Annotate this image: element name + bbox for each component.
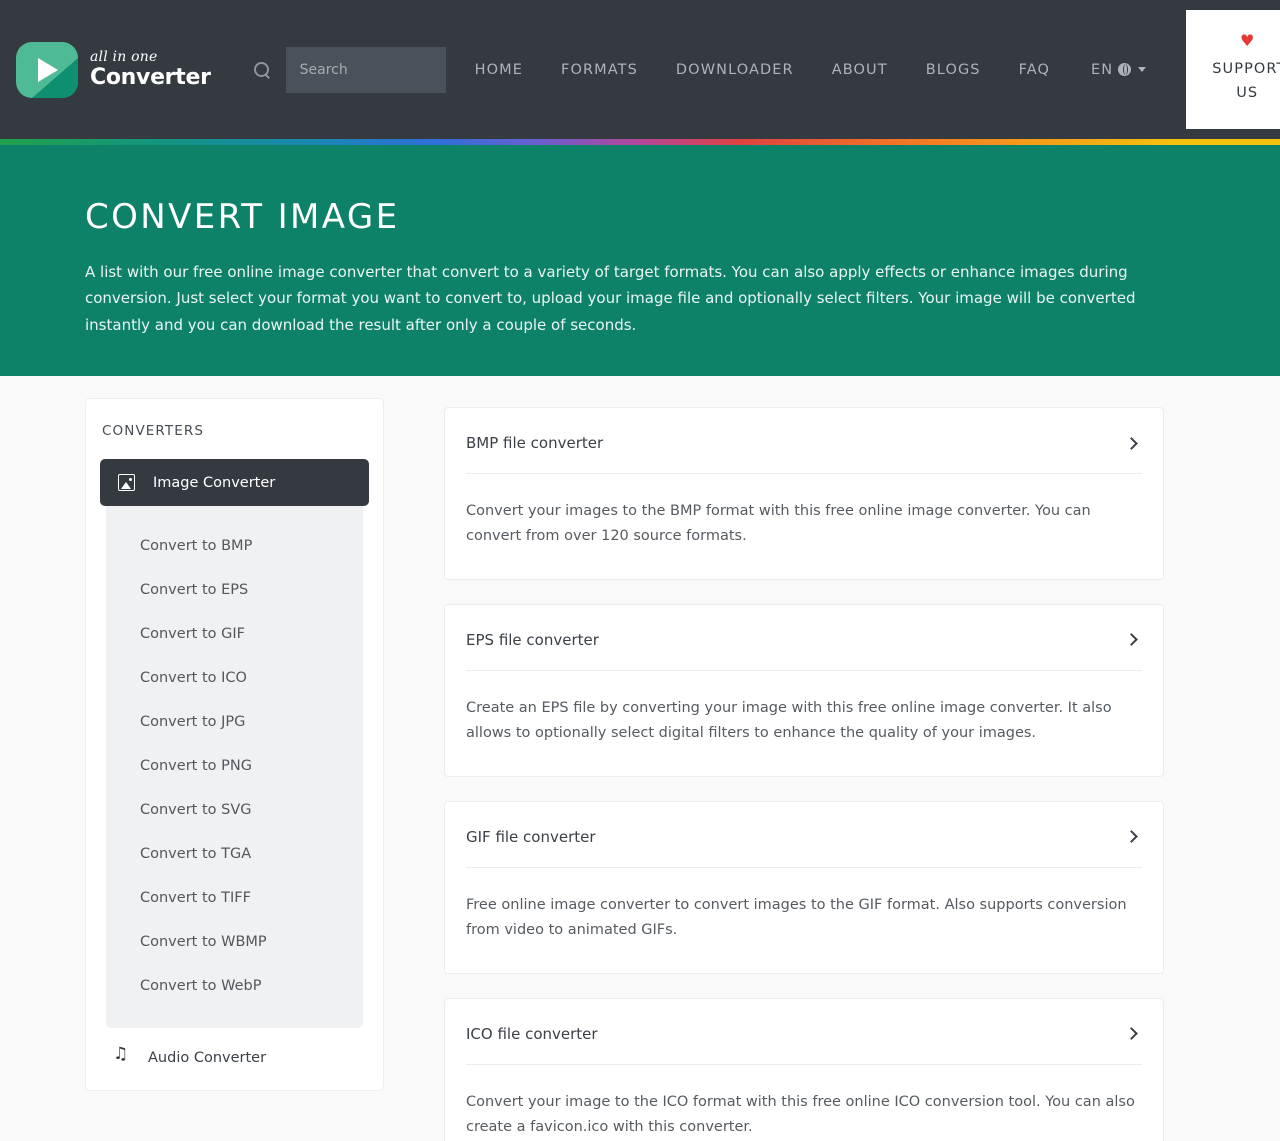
card-description: Free online image converter to convert i…: [466, 896, 1127, 938]
hero-section: CONVERT IMAGE A list with our free onlin…: [0, 145, 1280, 376]
converter-card-list: BMP file converter Convert your images t…: [444, 398, 1280, 1141]
sidebar-item-audio-converter[interactable]: Audio Converter: [100, 1028, 369, 1090]
sidebar-subitem-webp[interactable]: Convert to WebP: [106, 964, 363, 1008]
nav-item-about[interactable]: ABOUT: [813, 52, 907, 88]
nav-item-home[interactable]: HOME: [456, 52, 542, 88]
brand-logo[interactable]: all in one Converter: [16, 41, 211, 98]
converter-card-bmp[interactable]: BMP file converter Convert your images t…: [444, 407, 1164, 580]
sidebar-subitem-gif[interactable]: Convert to GIF: [106, 612, 363, 656]
sidebar-item-label: Audio Converter: [148, 1050, 267, 1066]
sidebar-subitem-eps[interactable]: Convert to EPS: [106, 568, 363, 612]
card-header: BMP file converter: [466, 408, 1142, 474]
image-converter-sublist: Convert to BMP Convert to EPS Convert to…: [106, 506, 363, 1028]
globe-icon: [1118, 63, 1132, 76]
card-title: BMP file converter: [466, 434, 604, 452]
search-icon[interactable]: [253, 61, 271, 79]
nav-item-formats[interactable]: FORMATS: [542, 52, 657, 88]
converter-card-gif[interactable]: GIF file converter Free online image con…: [444, 800, 1164, 974]
heart-icon: ♥: [1240, 30, 1255, 50]
converter-play-logo-icon: [16, 41, 78, 98]
support-us-label: SUPPORT US: [1212, 60, 1280, 101]
chevron-right-icon: [1125, 1027, 1138, 1040]
sidebar-subitem-jpg[interactable]: Convert to JPG: [106, 700, 363, 744]
converter-card-ico[interactable]: ICO file converter Convert your image to…: [444, 997, 1164, 1141]
sidebar-subitem-ico[interactable]: Convert to ICO: [106, 656, 363, 700]
chevron-down-icon: [1138, 67, 1147, 72]
list-item: Convert to TGA: [106, 832, 363, 876]
play-triangle-icon: [38, 57, 58, 82]
card-header: EPS file converter: [466, 605, 1142, 671]
sidebar-subitem-png[interactable]: Convert to PNG: [106, 744, 363, 788]
sidebar-item-image-converter[interactable]: Image Converter: [100, 459, 369, 506]
card-description: Convert your images to the BMP format wi…: [466, 503, 1091, 544]
header-inner: all in one Converter HOME FORMATS DOWNLO…: [0, 0, 1280, 139]
page-description: A list with our free online image conver…: [85, 263, 1136, 334]
list-item: Convert to BMP: [106, 524, 363, 568]
sidebar-subitem-svg[interactable]: Convert to SVG: [106, 788, 363, 832]
page-title: CONVERT IMAGE: [85, 197, 400, 237]
sidebar-subitem-tga[interactable]: Convert to TGA: [106, 832, 363, 876]
language-label: EN: [1091, 61, 1114, 78]
main-navigation: HOME FORMATS DOWNLOADER ABOUT BLOGS FAQ …: [456, 52, 1163, 88]
content-area: CONVERTERS Image Converter Convert to BM…: [0, 376, 1280, 1141]
sidebar-item-label: Image Converter: [153, 474, 276, 491]
chevron-right-icon: [1125, 830, 1138, 844]
nav-item-blogs[interactable]: BLOGS: [907, 52, 1000, 88]
card-header: ICO file converter: [466, 999, 1142, 1065]
brand-text: all in one Converter: [90, 50, 211, 89]
list-item: Convert to SVG: [106, 788, 363, 832]
hero-inner: CONVERT IMAGE A list with our free onlin…: [0, 197, 1280, 338]
search-zone: [253, 46, 446, 93]
brand-name: Converter: [90, 65, 211, 90]
card-title: EPS file converter: [466, 630, 599, 649]
list-item: Convert to EPS: [106, 568, 363, 612]
language-selector[interactable]: EN: [1069, 52, 1162, 88]
list-item: Convert to TIFF: [106, 876, 363, 920]
rainbow-divider: [0, 139, 1280, 145]
card-title: ICO file converter: [466, 1024, 598, 1043]
converter-card-eps[interactable]: EPS file converter Create an EPS file by…: [444, 603, 1164, 777]
list-item: Convert to GIF: [106, 612, 363, 656]
sidebar-subitem-bmp[interactable]: Convert to BMP: [106, 524, 363, 568]
list-item: Convert to WebP: [106, 964, 363, 1008]
sidebar-subitem-tiff[interactable]: Convert to TIFF: [106, 876, 363, 920]
support-us-button[interactable]: ♥ SUPPORT US: [1186, 9, 1280, 129]
brand-tagline: all in one: [90, 49, 158, 65]
nav-item-downloader[interactable]: DOWNLOADER: [657, 52, 813, 88]
site-header: all in one Converter HOME FORMATS DOWNLO…: [0, 0, 1280, 145]
converters-sidebar: CONVERTERS Image Converter Convert to BM…: [85, 398, 384, 1091]
chevron-right-icon: [1125, 633, 1138, 647]
search-input[interactable]: [285, 46, 446, 93]
image-icon: [118, 474, 135, 491]
list-item: Convert to PNG: [106, 744, 363, 788]
card-description: Create an EPS file by converting your im…: [466, 699, 1112, 741]
card-header: GIF file converter: [466, 802, 1142, 868]
card-title: GIF file converter: [466, 827, 596, 846]
list-item: Convert to ICO: [106, 656, 363, 700]
music-note-icon: [113, 1046, 130, 1066]
card-description: Convert your image to the ICO format wit…: [466, 1093, 1135, 1135]
chevron-right-icon: [1125, 436, 1138, 450]
list-item: Convert to JPG: [106, 700, 363, 744]
sidebar-subitem-wbmp[interactable]: Convert to WBMP: [106, 920, 363, 964]
sidebar-heading: CONVERTERS: [102, 423, 205, 439]
nav-item-faq[interactable]: FAQ: [1000, 52, 1069, 88]
list-item: Convert to WBMP: [106, 920, 363, 964]
